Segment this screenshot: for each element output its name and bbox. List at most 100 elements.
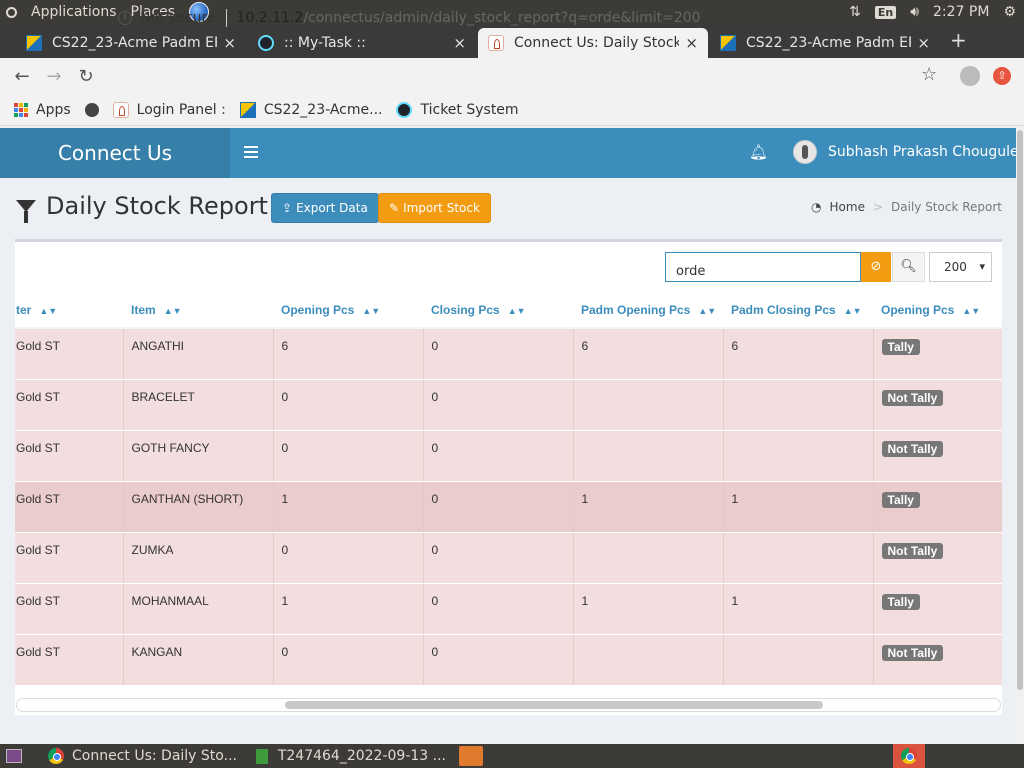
folder-icon[interactable]	[459, 746, 483, 766]
column-header[interactable]: ter ▲▼	[15, 292, 123, 329]
bookmark-world[interactable]	[84, 102, 99, 117]
table-cell: MOHANMAAL	[122, 583, 273, 635]
export-data-button[interactable]: ⇪ Export Data	[271, 193, 379, 223]
info-icon[interactable]: i	[118, 11, 132, 25]
status-cell: Not Tally	[872, 634, 1002, 686]
table-cell: 1	[272, 583, 423, 635]
profile-avatar-icon[interactable]	[960, 66, 980, 86]
extension-icon[interactable]: ⇧	[993, 67, 1011, 85]
breadcrumb-home[interactable]: Home	[830, 200, 865, 214]
table-cell: Gold ST	[15, 430, 123, 482]
table-cell: 0	[422, 481, 573, 533]
page-title: Daily Stock Report	[16, 192, 268, 223]
sort-icon: ▲▼	[163, 305, 182, 316]
table-cell: GANTHAN (SHORT)	[122, 481, 273, 533]
column-header[interactable]: Padm Opening Pcs ▲▼	[573, 292, 723, 329]
connectus-icon	[112, 101, 129, 118]
user-avatar[interactable]	[793, 140, 817, 164]
horizontal-scrollbar[interactable]	[16, 698, 1001, 712]
close-tab-icon[interactable]: ×	[685, 34, 698, 52]
table-cell: 0	[272, 634, 423, 686]
table-row[interactable]: Gold ST ANGATHI 6 0 6 6 Tally	[15, 328, 1002, 380]
table-cell: 1	[572, 481, 723, 533]
tab-title: Connect Us: Daily Stock R	[514, 35, 680, 51]
taskbar-item-spreadsheet[interactable]: T247464_2022-09-13 ...	[256, 744, 446, 768]
pencil-icon: ✎	[389, 201, 400, 215]
table-row[interactable]: Gold ST MOHANMAAL 1 0 1 1 Tally	[15, 583, 1002, 635]
bookmark-login-panel[interactable]: Login Panel :	[112, 101, 226, 118]
bookmark-star-icon[interactable]: ☆	[921, 64, 937, 85]
import-stock-button[interactable]: ✎ Import Stock	[378, 193, 491, 223]
limit-select[interactable]: 200	[929, 252, 992, 282]
status-badge: Not Tally	[881, 440, 944, 457]
column-header[interactable]: Opening Pcs ▲▼	[273, 292, 423, 329]
notification-bell-icon[interactable]: 🔔︎	[749, 143, 768, 161]
bookmark-label: Ticket System	[420, 101, 519, 118]
column-header[interactable]: Opening Pcs ▲▼	[873, 292, 1002, 329]
status-badge: Not Tally	[881, 389, 944, 406]
bookmark-apps[interactable]: Apps	[14, 102, 71, 118]
table-row[interactable]: Gold ST ZUMKA 0 0 Not Tally	[15, 532, 1002, 584]
applications-menu[interactable]: Applications	[31, 4, 117, 20]
table-cell	[572, 379, 723, 431]
column-header[interactable]: Item ▲▼	[123, 292, 273, 329]
vertical-scrollbar[interactable]	[1016, 128, 1024, 744]
clear-search-icon[interactable]: ⊘	[861, 252, 891, 282]
forward-arrow-icon[interactable]: →	[38, 66, 70, 87]
table-cell	[722, 634, 873, 686]
search-input[interactable]	[665, 252, 861, 282]
export-label: Export Data	[296, 201, 368, 215]
table-row[interactable]: Gold ST KANGAN 0 0 Not Tally	[15, 634, 1002, 686]
bookmark-acme[interactable]: CS22_23-Acme...	[239, 101, 382, 118]
back-arrow-icon[interactable]: ←	[6, 66, 38, 87]
bookmark-ticket-system[interactable]: Ticket System	[396, 101, 519, 118]
column-header[interactable]: Padm Closing Pcs ▲▼	[723, 292, 873, 329]
close-tab-icon[interactable]: ×	[453, 34, 466, 52]
tab-my-task[interactable]: :: My-Task :: ×	[248, 28, 476, 58]
tab-title: CS22_23-Acme Padm ERP	[52, 35, 218, 51]
table-row[interactable]: Gold ST GANTHAN (SHORT) 1 0 1 1 Tally	[15, 481, 1002, 533]
show-desktop-icon[interactable]	[6, 749, 22, 763]
clock[interactable]: 2:27 PM	[933, 4, 989, 20]
filter-icon	[16, 200, 36, 223]
table-cell: 0	[272, 532, 423, 584]
sort-icon: ▲▼	[39, 305, 58, 316]
settings-gear-icon[interactable]: ⚙	[1003, 4, 1016, 20]
stock-table: ter ▲▼ Item ▲▼ Opening Pcs ▲▼ Closing Pcs ▲▼…	[15, 292, 1002, 686]
taskbar-item-chrome[interactable]: Connect Us: Daily Sto...	[48, 744, 240, 768]
search-icon[interactable]: 🔍︎	[892, 252, 925, 282]
column-header[interactable]: Closing Pcs ▲▼	[423, 292, 573, 329]
os-taskbar: Connect Us: Daily Sto... T247464_2022-09…	[0, 744, 1024, 768]
status-cell: Not Tally	[872, 379, 1002, 431]
table-row[interactable]: Gold ST GOTH FANCY 0 0 Not Tally	[15, 430, 1002, 482]
close-tab-icon[interactable]: ×	[223, 34, 236, 52]
new-tab-plus-icon[interactable]: +	[950, 28, 967, 52]
sidebar-toggle-icon[interactable]	[244, 146, 258, 161]
tab-acme-erp-2[interactable]: CS22_23-Acme Padm ERP ×	[710, 28, 940, 58]
chrome-icon	[48, 748, 64, 764]
table-cell: Gold ST	[15, 634, 123, 686]
page-title-text: Daily Stock Report	[46, 192, 268, 220]
tab-connect-us[interactable]: Connect Us: Daily Stock R ×	[478, 28, 708, 58]
app-logo[interactable]: Connect Us	[0, 128, 230, 178]
table-cell: KANGAN	[122, 634, 273, 686]
tab-acme-erp-1[interactable]: CS22_23-Acme Padm ERP ×	[16, 28, 246, 58]
status-cell: Tally	[872, 583, 1002, 635]
table-cell	[572, 430, 723, 482]
table-cell: Gold ST	[15, 532, 123, 584]
table-cell: ANGATHI	[122, 328, 273, 380]
reload-icon[interactable]: ↻	[70, 66, 102, 87]
url-omnibox[interactable]: i Not secure 10.2.11.2/connectus/admin/d…	[108, 4, 916, 32]
user-name[interactable]: Subhash Prakash Chougule	[828, 144, 1019, 160]
table-row[interactable]: Gold ST BRACELET 0 0 Not Tally	[15, 379, 1002, 431]
scrollbar-thumb[interactable]	[285, 701, 823, 709]
spreadsheet-icon	[256, 748, 268, 764]
close-tab-icon[interactable]: ×	[917, 34, 930, 52]
workspace-chrome-icon[interactable]	[893, 744, 925, 768]
content-area: Daily Stock Report ⇪ Export Data ✎ Impor…	[0, 178, 1016, 744]
table-cell: 1	[722, 583, 873, 635]
sort-icon: ▲▼	[362, 305, 381, 316]
table-cell: 0	[422, 430, 573, 482]
table-cell	[572, 532, 723, 584]
table-cell	[722, 379, 873, 431]
